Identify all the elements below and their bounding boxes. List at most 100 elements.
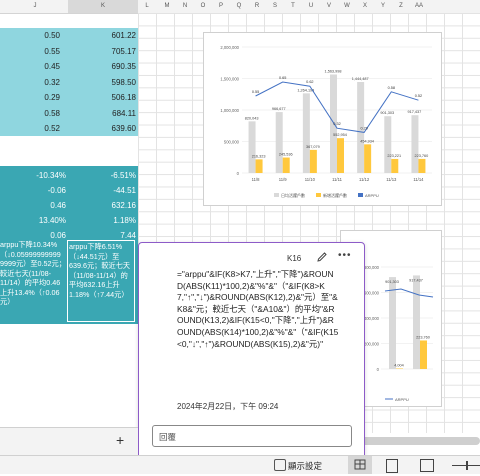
table-cell-k[interactable]: 690.35 — [112, 61, 136, 72]
yellow-bar — [364, 144, 372, 173]
table-cell-j[interactable]: 0.32 — [44, 77, 60, 88]
column-aa-header[interactable]: AA — [412, 3, 426, 9]
column-k-header[interactable]: K — [68, 0, 138, 13]
table-cell-k[interactable]: 684.11 — [112, 108, 136, 119]
line-data-label: 0.32 — [333, 122, 340, 126]
yellow-bar — [391, 158, 399, 173]
legend-label: 新增活躍戶數 — [323, 192, 347, 198]
table-cell-k[interactable]: 705.17 — [112, 46, 136, 57]
table-cell-j[interactable]: 13.40% — [39, 215, 66, 226]
column-m-header[interactable]: M — [160, 3, 174, 9]
column-v-header[interactable]: V — [322, 3, 336, 9]
legend-label: ARPPU — [395, 397, 409, 402]
yellow-data-label: 454,934 — [360, 139, 374, 143]
table-cell-k[interactable]: 601.22 — [112, 30, 136, 41]
legend-swatch — [358, 193, 363, 197]
gray-bar — [302, 93, 310, 173]
table-cell-k[interactable]: 506.18 — [112, 92, 136, 103]
chart-1[interactable]: 2,000,000 1,500,000 1,000,000 500,000 0 820,0… — [203, 32, 442, 206]
yellow-bar — [337, 138, 344, 173]
comment-header: K16 ••• — [139, 243, 364, 267]
table-cell-k[interactable]: 632.16 — [112, 200, 136, 211]
add-sheet-button[interactable]: + — [116, 432, 124, 448]
zoom-slider[interactable] — [452, 461, 480, 470]
table-top: 0.50 601.22 0.55 705.17 0.45 690.35 0.32 598.50… — [0, 28, 138, 136]
table-cell-k[interactable]: -44.51 — [113, 185, 136, 196]
yellow-data-label: 223,760 — [416, 335, 430, 339]
page-layout-view-icon[interactable] — [386, 459, 398, 473]
yellow-data-label: 216,323 — [252, 154, 266, 158]
table-cell-j[interactable]: 0.29 — [44, 92, 60, 103]
legend-label: 日均活躍戶數 — [281, 192, 305, 198]
x-tick-label: 11/10 — [305, 177, 316, 182]
column-s-header[interactable]: S — [268, 3, 282, 9]
y-tick-label: 400,000 — [364, 316, 380, 321]
line-data-label: 0.65 — [279, 76, 286, 80]
table-cell-j[interactable]: 0.46 — [50, 200, 66, 211]
y-tick-label: 800,000 — [364, 265, 380, 270]
reply-placeholder: 回覆 — [159, 432, 177, 442]
x-tick-label: 11/14 — [413, 177, 424, 182]
y-tick-label: 2,000,000 — [220, 45, 239, 50]
y-tick-label: 500,000 — [224, 140, 240, 145]
line-data-label: 0.58 — [388, 86, 395, 90]
column-t-header[interactable]: T — [286, 3, 300, 9]
yellow-bar — [255, 159, 263, 173]
cell-k16[interactable]: arppu下降6.51%（↓44.51元）至639.6元；較近七天（11/08-… — [67, 240, 135, 322]
yellow-data-label: 4,004 — [394, 363, 404, 367]
bar-data-label: 901,303 — [385, 280, 399, 284]
table-cell-j[interactable]: 0.58 — [44, 108, 60, 119]
status-bar: 顯示設定 — [0, 455, 480, 474]
table-cell-k[interactable]: 1.18% — [113, 215, 136, 226]
table-bottom: -10.34% -6.51% -0.06 -44.51 0.46 632.16 13.40%… — [0, 166, 138, 240]
page-break-view-icon[interactable] — [420, 459, 434, 472]
column-l-header[interactable]: L — [140, 3, 154, 9]
display-settings-icon[interactable] — [274, 459, 286, 471]
y-tick-label: 1,000,000 — [220, 108, 239, 113]
column-z-header[interactable]: Z — [394, 3, 408, 9]
table-cell-k[interactable]: -6.51% — [111, 170, 136, 181]
column-y-header[interactable]: Y — [376, 3, 390, 9]
column-r-header[interactable]: R — [250, 3, 264, 9]
sheet-tab-area: + — [0, 427, 138, 456]
yellow-bar — [309, 149, 317, 173]
column-o-header[interactable]: O — [196, 3, 210, 9]
table-cell-k[interactable]: 639.60 — [112, 123, 136, 134]
comment-timestamp: 2024年2月22日，下午 09:24 — [177, 402, 279, 411]
comment-cell-ref: K16 — [287, 254, 302, 263]
horizontal-scrollbar[interactable] — [358, 437, 480, 445]
yellow-data-label: 552,954 — [333, 133, 347, 137]
edit-icon[interactable] — [315, 250, 329, 264]
table-cell-j[interactable]: 0.45 — [44, 61, 60, 72]
table-cell-j[interactable]: -0.06 — [48, 185, 66, 196]
column-x-header[interactable]: X — [358, 3, 372, 9]
comment-formula: ="arppu"&IF(K8>K7,"上升","下降")&ROUND(ABS(K… — [177, 269, 339, 349]
display-settings-button[interactable]: 顯示設定 — [288, 460, 322, 472]
gray-bar — [413, 275, 420, 369]
bar-data-label: 820,043 — [245, 116, 259, 120]
zoom-slider-handle[interactable] — [466, 461, 468, 470]
reply-input[interactable]: 回覆 — [152, 425, 352, 447]
column-w-header[interactable]: W — [340, 3, 354, 9]
column-q-header[interactable]: Q — [232, 3, 246, 9]
x-tick-label: 11/11 — [332, 177, 343, 182]
column-u-header[interactable]: U — [304, 3, 318, 9]
table-cell-j[interactable]: 0.52 — [44, 123, 60, 134]
table-bottom-text-row: arppu下降10.34%（↓0.05999999999 9999元）至0.52… — [0, 238, 138, 324]
table-cell-j[interactable]: 0.50 — [44, 30, 60, 41]
table-cell-k[interactable]: 598.50 — [112, 77, 136, 88]
line-data-label: 0.55 — [252, 90, 259, 94]
normal-view-icon[interactable] — [348, 456, 372, 474]
yellow-data-label: 245,536 — [279, 153, 293, 157]
table-cell-j[interactable]: 0.55 — [44, 46, 60, 57]
column-j-header[interactable]: J — [20, 3, 50, 9]
line-data-label: 0.52 — [415, 94, 422, 98]
table-cell-j[interactable]: -10.34% — [36, 170, 66, 181]
cell-j16[interactable]: arppu下降10.34%（↓0.05999999999 9999元）至0.52… — [0, 240, 66, 307]
y-tick-label: 0 — [237, 171, 240, 176]
yellow-bar — [282, 157, 290, 173]
yellow-bar — [420, 340, 427, 369]
column-p-header[interactable]: P — [214, 3, 228, 9]
more-options-icon[interactable]: ••• — [338, 250, 352, 261]
column-n-header[interactable]: N — [178, 3, 192, 9]
